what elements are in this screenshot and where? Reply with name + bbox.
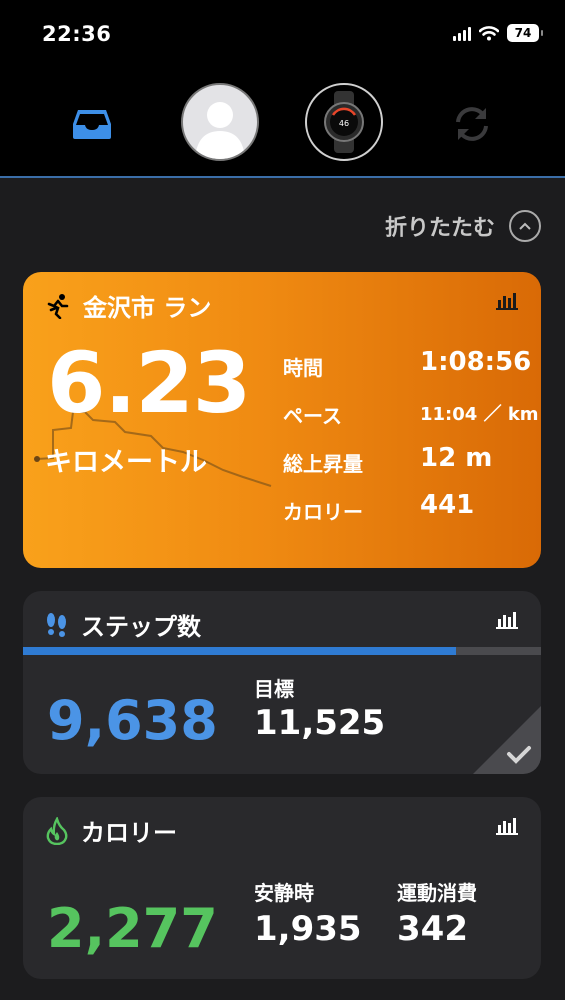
resting-calories-label: 安静時 xyxy=(254,881,314,905)
svg-text:46: 46 xyxy=(339,119,349,128)
run-title: 金沢市 ラン xyxy=(83,294,212,322)
stat-calories-value: 441 xyxy=(420,490,475,520)
avatar[interactable] xyxy=(181,83,259,161)
calories-title: カロリー xyxy=(81,819,177,847)
flame-icon xyxy=(46,816,68,845)
calories-card[interactable]: カロリー 2,277 安静時 1,935 運動消費 342 xyxy=(23,797,541,979)
watch-icon[interactable]: 46 xyxy=(305,83,383,161)
resting-calories-value: 1,935 xyxy=(254,909,362,949)
stat-ascent-label: 総上昇量 xyxy=(283,452,363,476)
sync-icon[interactable] xyxy=(450,102,494,146)
steps-goal-value: 11,525 xyxy=(254,703,386,743)
stat-time-label: 時間 xyxy=(283,356,323,380)
steps-goal-label: 目標 xyxy=(254,677,294,701)
footsteps-icon xyxy=(47,612,66,637)
steps-card-header: ステップ数 xyxy=(45,607,201,642)
cellular-signal-icon xyxy=(453,25,471,41)
chevron-up-icon[interactable] xyxy=(509,210,541,242)
top-bar: 22:36 74 46 xyxy=(0,0,565,176)
header-divider xyxy=(0,176,565,178)
checkmark-icon xyxy=(473,706,541,774)
steps-progress-fill xyxy=(23,647,457,655)
collapse-toggle[interactable]: 折りたたむ xyxy=(385,210,541,242)
steps-title: ステップ数 xyxy=(81,613,201,641)
run-card-header: 金沢市 ラン xyxy=(45,288,211,323)
status-time: 22:36 xyxy=(42,22,112,46)
stat-calories-label: カロリー xyxy=(283,500,363,524)
steps-card[interactable]: ステップ数 9,638 目標 11,525 xyxy=(23,591,541,774)
run-distance: 6.23 xyxy=(47,334,251,432)
steps-count: 9,638 xyxy=(47,689,218,752)
stat-time-value: 1:08:56 xyxy=(420,347,532,377)
bar-chart-icon[interactable] xyxy=(495,609,519,629)
stat-ascent-value: 12 m xyxy=(420,443,493,473)
bar-chart-icon[interactable] xyxy=(495,290,519,310)
run-activity-card[interactable]: 金沢市 ラン 6.23 キロメートル 時間 1:08:56 ペース 11:04 … xyxy=(23,272,541,568)
collapse-label: 折りたたむ xyxy=(384,216,495,241)
stat-pace-label: ペース xyxy=(283,404,342,428)
running-icon xyxy=(47,293,69,319)
calories-card-header: カロリー xyxy=(45,813,177,848)
calories-total: 2,277 xyxy=(47,897,218,960)
bar-chart-icon[interactable] xyxy=(495,815,519,835)
steps-progress-bar xyxy=(23,647,541,655)
status-icons: 74 xyxy=(453,24,543,42)
active-calories-label: 運動消費 xyxy=(397,881,477,905)
stat-pace-value: 11:04 ／ km xyxy=(420,404,539,425)
inbox-icon[interactable] xyxy=(71,106,113,142)
wifi-icon xyxy=(479,26,499,41)
active-calories-value: 342 xyxy=(397,909,468,949)
battery-indicator: 74 xyxy=(507,24,543,42)
run-distance-unit: キロメートル xyxy=(45,447,207,478)
